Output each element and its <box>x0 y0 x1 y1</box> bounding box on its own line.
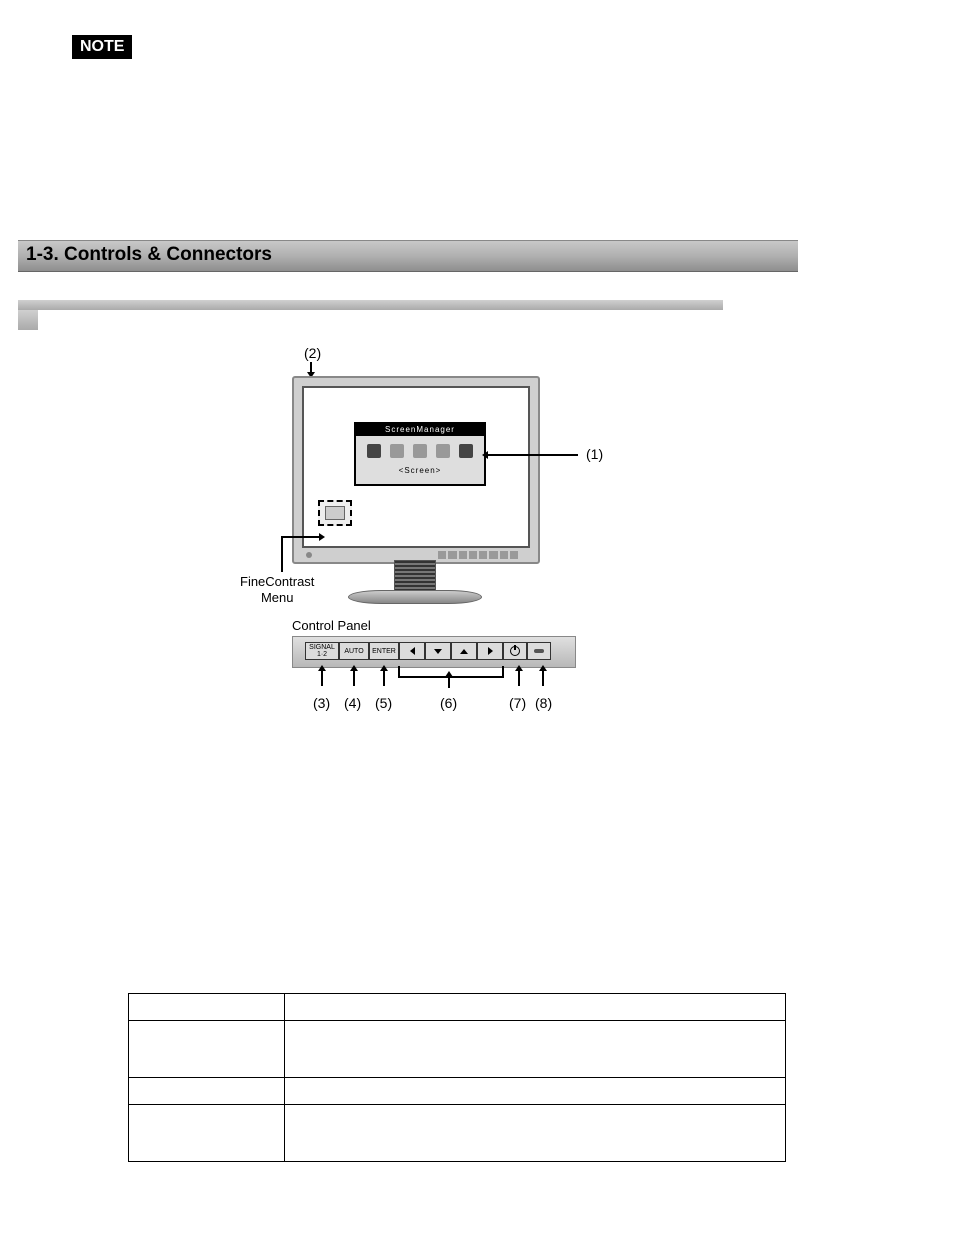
callout-arrow-3 <box>321 670 323 686</box>
osd-icon <box>459 444 473 458</box>
monitor-vents <box>438 551 518 559</box>
triangle-left-icon <box>410 647 415 655</box>
osd-icon <box>367 444 381 458</box>
finecontrast-inner <box>325 506 345 520</box>
table-row <box>129 1078 786 1105</box>
callout-2-arrow <box>310 362 312 372</box>
power-icon <box>510 646 520 656</box>
osd-icon <box>436 444 450 458</box>
auto-button: AUTO <box>339 642 369 660</box>
signal-button-bottom: 1·2 <box>317 651 327 658</box>
osd-window: ScreenManager <Screen> <box>354 422 486 486</box>
callout-8-label: (8) <box>535 695 552 711</box>
callout-5-label: (5) <box>375 695 392 711</box>
callout-4-label: (4) <box>344 695 361 711</box>
osd-icon-row <box>356 436 484 466</box>
monitor-logo-icon <box>306 552 312 558</box>
finecontrast-leader-v <box>281 536 283 572</box>
subheading-bar <box>18 300 723 310</box>
callout-7-label: (7) <box>509 695 526 711</box>
monitor-illustration: ScreenManager <Screen> <box>292 376 540 564</box>
led-icon <box>534 649 544 653</box>
control-panel-buttons: SIGNAL 1·2 AUTO ENTER <box>305 642 551 660</box>
left-arrow-button <box>399 642 425 660</box>
triangle-up-icon <box>460 649 468 654</box>
control-panel-label: Control Panel <box>292 618 371 633</box>
monitor-screen: ScreenManager <Screen> <box>302 386 530 548</box>
subheading-square <box>18 310 38 330</box>
callout-6-label: (6) <box>440 695 457 711</box>
note-badge: NOTE <box>72 35 132 59</box>
callout-arrow-7 <box>518 670 520 686</box>
finecontrast-window <box>318 500 352 526</box>
right-arrow-button <box>477 642 503 660</box>
callout-arrow-4 <box>353 670 355 686</box>
finecontrast-label: FineContrastMenu <box>240 574 314 605</box>
down-arrow-button <box>425 642 451 660</box>
osd-icon <box>390 444 404 458</box>
enter-button: ENTER <box>369 642 399 660</box>
signal-button: SIGNAL 1·2 <box>305 642 339 660</box>
finecontrast-leader-h <box>281 536 319 538</box>
indicator-table <box>128 993 786 1162</box>
osd-title: ScreenManager <box>356 424 484 436</box>
callout-bracket-6-stem <box>448 676 450 688</box>
table-row <box>129 994 786 1021</box>
power-button <box>503 642 527 660</box>
monitor-stand-neck <box>394 560 436 592</box>
table-row <box>129 1021 786 1078</box>
monitor-stand-base <box>348 590 482 604</box>
callout-1-line <box>488 454 578 456</box>
triangle-down-icon <box>434 649 442 654</box>
section-heading: 1-3. Controls & Connectors <box>26 244 272 266</box>
callout-1-label: (1) <box>586 446 603 462</box>
callout-3-label: (3) <box>313 695 330 711</box>
signal-button-top: SIGNAL <box>309 644 335 651</box>
led-indicator <box>527 642 551 660</box>
callout-2-label: (2) <box>304 345 321 361</box>
callout-arrow-8 <box>542 670 544 686</box>
callout-arrow-5 <box>383 670 385 686</box>
up-arrow-button <box>451 642 477 660</box>
osd-icon <box>413 444 427 458</box>
page-root: NOTE 1-3. Controls & Connectors (2) Scre… <box>0 0 954 1235</box>
osd-subtitle: <Screen> <box>356 466 484 475</box>
triangle-right-icon <box>488 647 493 655</box>
table-row <box>129 1105 786 1162</box>
